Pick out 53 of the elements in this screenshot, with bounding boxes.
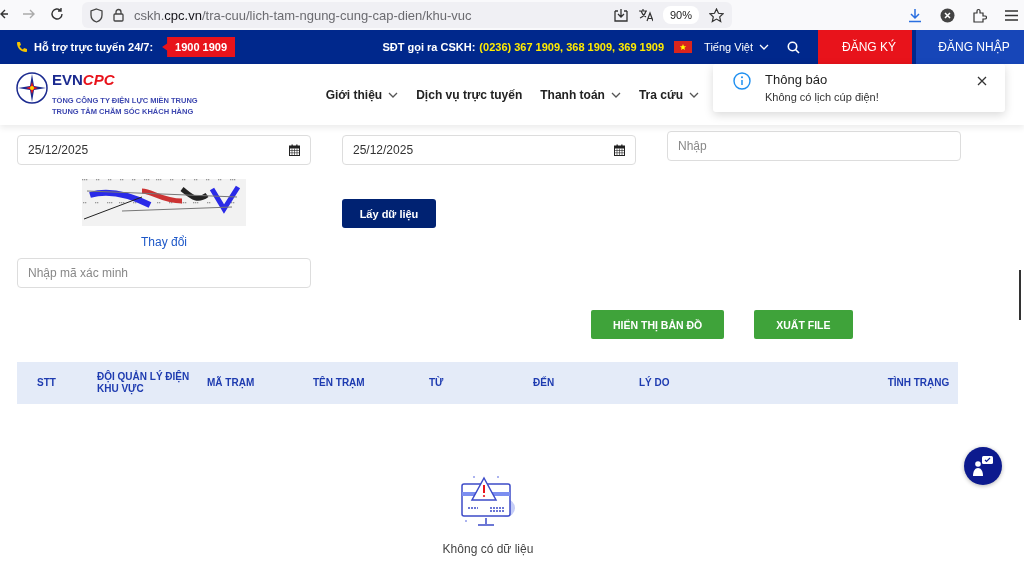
caret-icon [759,44,769,50]
reload-icon[interactable] [50,7,64,21]
cskh-label: SĐT gọi ra CSKH: [382,41,476,53]
register-button[interactable]: ĐĂNG KÝ [818,30,912,64]
calendar-icon [614,144,625,156]
back-icon[interactable] [0,7,8,21]
nav-item[interactable]: Thanh toán [540,87,621,102]
extensions-icon[interactable] [973,7,987,23]
close-circle-icon[interactable] [940,7,955,23]
shield-icon[interactable] [90,7,103,23]
search-icon[interactable] [787,40,800,54]
nav-item[interactable]: Giới thiệu [325,87,399,102]
column-header: TỪ [429,377,445,389]
zoom-level[interactable]: 90% [662,6,699,24]
lock-icon[interactable] [113,8,124,22]
to-date-field[interactable]: 25/12/2025 [342,135,636,165]
toast-message: Không có lịch cúp điện! [765,91,879,103]
column-header: LÝ DO [639,377,671,389]
login-button[interactable]: ĐĂNG NHẬP [916,30,1024,64]
save-page-icon[interactable] [613,8,628,22]
menu-icon[interactable] [1005,9,1018,21]
column-header: ĐẾN [533,377,556,389]
no-data-drawing [460,474,516,528]
download-icon[interactable] [908,7,922,23]
support-chat-button[interactable] [964,447,1002,485]
nav-item[interactable]: Tra cứu [638,87,699,102]
column-header: MÃ TRẠM [207,377,256,389]
bookmark-star-icon[interactable] [709,7,724,23]
translate-icon[interactable] [637,8,653,22]
empty-message: Không có dữ liệu [442,542,534,556]
column-header: TÌNH TRẠNG [886,377,951,389]
column-header: ĐỘI QUẢN LÝ ĐIỆN KHU VỰC [97,371,191,395]
hotline-number[interactable]: 1900 1909 [162,37,236,57]
address-bar[interactable]: cskh.cpc.vn/tra-cuu/lich-tam-ngung-cung-cap-dien/khu-vuc [134,7,604,23]
captcha-input-field[interactable]: Nhập mã xác minh [17,258,311,288]
from-date-field[interactable]: 25/12/2025 [17,135,311,165]
logo-icon [16,72,48,104]
vietnam-flag-icon [674,41,693,53]
support-agent-icon [972,455,994,477]
info-icon [733,72,751,90]
logo-text: EVNCPC [52,72,116,87]
column-header: STT [37,377,57,389]
nav-item[interactable]: Dịch vụ trực tuyến [416,87,523,102]
captcha-refresh-link[interactable]: Thay đổi [135,234,193,250]
fetch-data-button[interactable]: Lấy dữ liệu [342,199,436,228]
calendar-icon [289,144,300,156]
toast-title: Thông báo [765,72,829,87]
cskh-numbers: (0236) 367 1909, 368 1909, 369 1909 [479,41,665,53]
column-header: TÊN TRẠM [313,377,366,389]
hotline-label: Hỗ trợ trực tuyến 24/7: [34,41,154,53]
phone-icon [16,41,28,53]
station-code-field[interactable]: Nhập [667,131,961,161]
language-selector[interactable]: Tiếng Việt [704,41,769,53]
